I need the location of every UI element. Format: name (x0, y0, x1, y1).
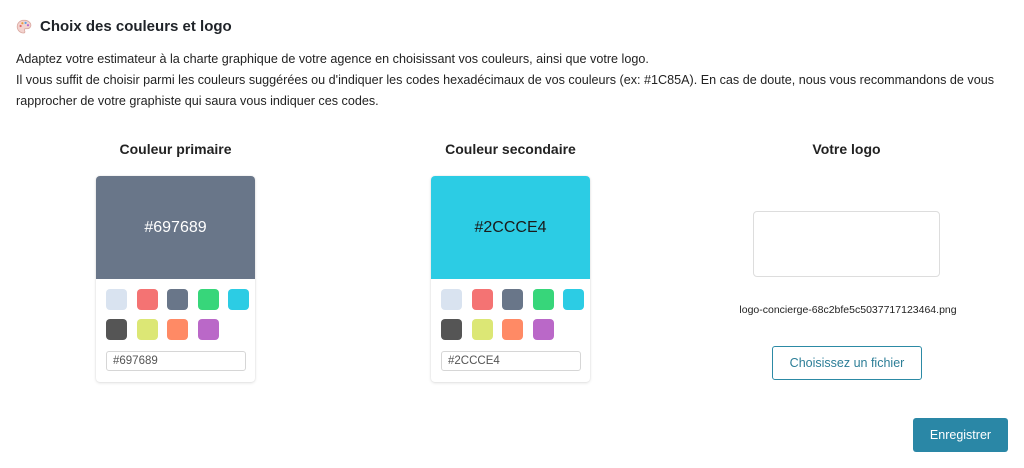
intro-line-2: Il vous suffit de choisir parmi les coul… (16, 73, 995, 108)
secondary-color-swatch-1[interactable] (441, 289, 462, 310)
secondary-color-swatch-6[interactable] (441, 319, 462, 340)
primary-color-swatches (96, 279, 255, 340)
logo-title: Votre logo (812, 141, 881, 157)
primary-color-picker: #697689 (96, 176, 255, 382)
secondary-color-preview-value: #2CCCE4 (474, 218, 547, 236)
primary-color-swatch-4[interactable] (197, 289, 219, 310)
secondary-color-swatch-8[interactable] (502, 319, 523, 340)
primary-color-swatch-5[interactable] (228, 289, 249, 310)
logo-preview (753, 211, 940, 277)
primary-color-swatch-2[interactable] (136, 289, 158, 310)
intro-text: Adaptez votre estimateur à la charte gra… (16, 49, 1011, 112)
secondary-color-swatch-4[interactable] (532, 289, 554, 310)
primary-color-preview-value: #697689 (144, 218, 207, 236)
primary-color-swatch-1[interactable] (106, 289, 127, 310)
save-button[interactable]: Enregistrer (913, 418, 1008, 452)
secondary-color-hex-input[interactable] (441, 351, 581, 371)
primary-color-preview: #697689 (96, 176, 255, 279)
primary-color-swatch-8[interactable] (167, 319, 188, 340)
palette-icon (16, 19, 32, 33)
primary-color-swatch-7[interactable] (136, 319, 158, 340)
intro-line-1: Adaptez votre estimateur à la charte gra… (16, 52, 649, 66)
page: Choix des couleurs et logo Adaptez votre… (0, 0, 1024, 468)
primary-color-swatch-6[interactable] (106, 319, 127, 340)
secondary-color-swatch-5[interactable] (563, 289, 584, 310)
primary-color-title: Couleur primaire (119, 141, 232, 157)
secondary-color-swatch-2[interactable] (471, 289, 493, 310)
secondary-color-preview: #2CCCE4 (431, 176, 590, 279)
logo-filename: logo-concierge-68c2bfe5c5037717123464.pn… (739, 304, 957, 316)
choose-file-button[interactable]: Choisissez un fichier (772, 346, 922, 380)
secondary-color-picker: #2CCCE4 (431, 176, 590, 382)
primary-color-hex-input[interactable] (106, 351, 246, 371)
section-title: Choix des couleurs et logo (16, 18, 232, 35)
secondary-color-title: Couleur secondaire (445, 141, 576, 157)
primary-color-swatch-9[interactable] (197, 319, 219, 340)
primary-color-swatch-3[interactable] (167, 289, 188, 310)
secondary-color-swatches (431, 279, 590, 340)
secondary-color-swatch-3[interactable] (502, 289, 523, 310)
secondary-color-swatch-7[interactable] (471, 319, 493, 340)
section-title-text: Choix des couleurs et logo (40, 18, 232, 35)
secondary-color-swatch-9[interactable] (532, 319, 554, 340)
